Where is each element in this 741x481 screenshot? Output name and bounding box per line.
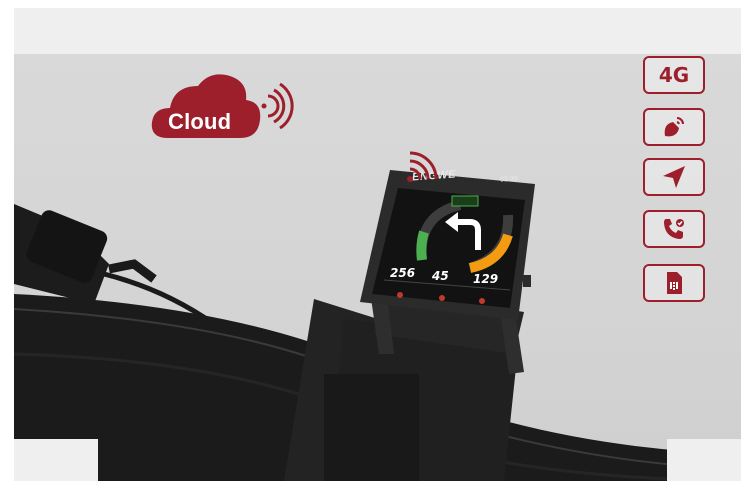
top-band bbox=[14, 8, 741, 54]
feature-call bbox=[643, 210, 705, 248]
photo-background: ENGWE 03:30 256 45 129 bbox=[14, 54, 741, 481]
device-value-1: 256 bbox=[390, 266, 416, 280]
feature-sim bbox=[643, 264, 705, 302]
device-value-3: 129 bbox=[473, 272, 499, 286]
cloud-label: Cloud bbox=[168, 109, 232, 134]
phone-call-icon bbox=[664, 219, 684, 239]
navigation-arrow-icon bbox=[663, 166, 685, 188]
display-device: ENGWE 03:30 256 45 129 bbox=[360, 168, 535, 320]
4g-signal-icon: 4G bbox=[658, 63, 690, 87]
corner-right bbox=[667, 439, 741, 481]
wifi-signal-icon bbox=[407, 151, 438, 182]
product-photo: ENGWE 03:30 256 45 129 Cloud 4G bbox=[0, 0, 741, 481]
satellite-dish-icon bbox=[664, 117, 684, 137]
display-screen bbox=[360, 170, 535, 320]
cloud-badge: Cloud bbox=[148, 66, 298, 146]
sim-card-icon bbox=[667, 272, 682, 294]
corner-left bbox=[14, 439, 98, 481]
feature-gps bbox=[643, 158, 705, 196]
device-time: 03:30 bbox=[499, 175, 518, 184]
feature-satellite bbox=[643, 108, 705, 146]
device-value-2: 45 bbox=[432, 269, 449, 283]
feature-4g: 4G bbox=[643, 56, 705, 94]
